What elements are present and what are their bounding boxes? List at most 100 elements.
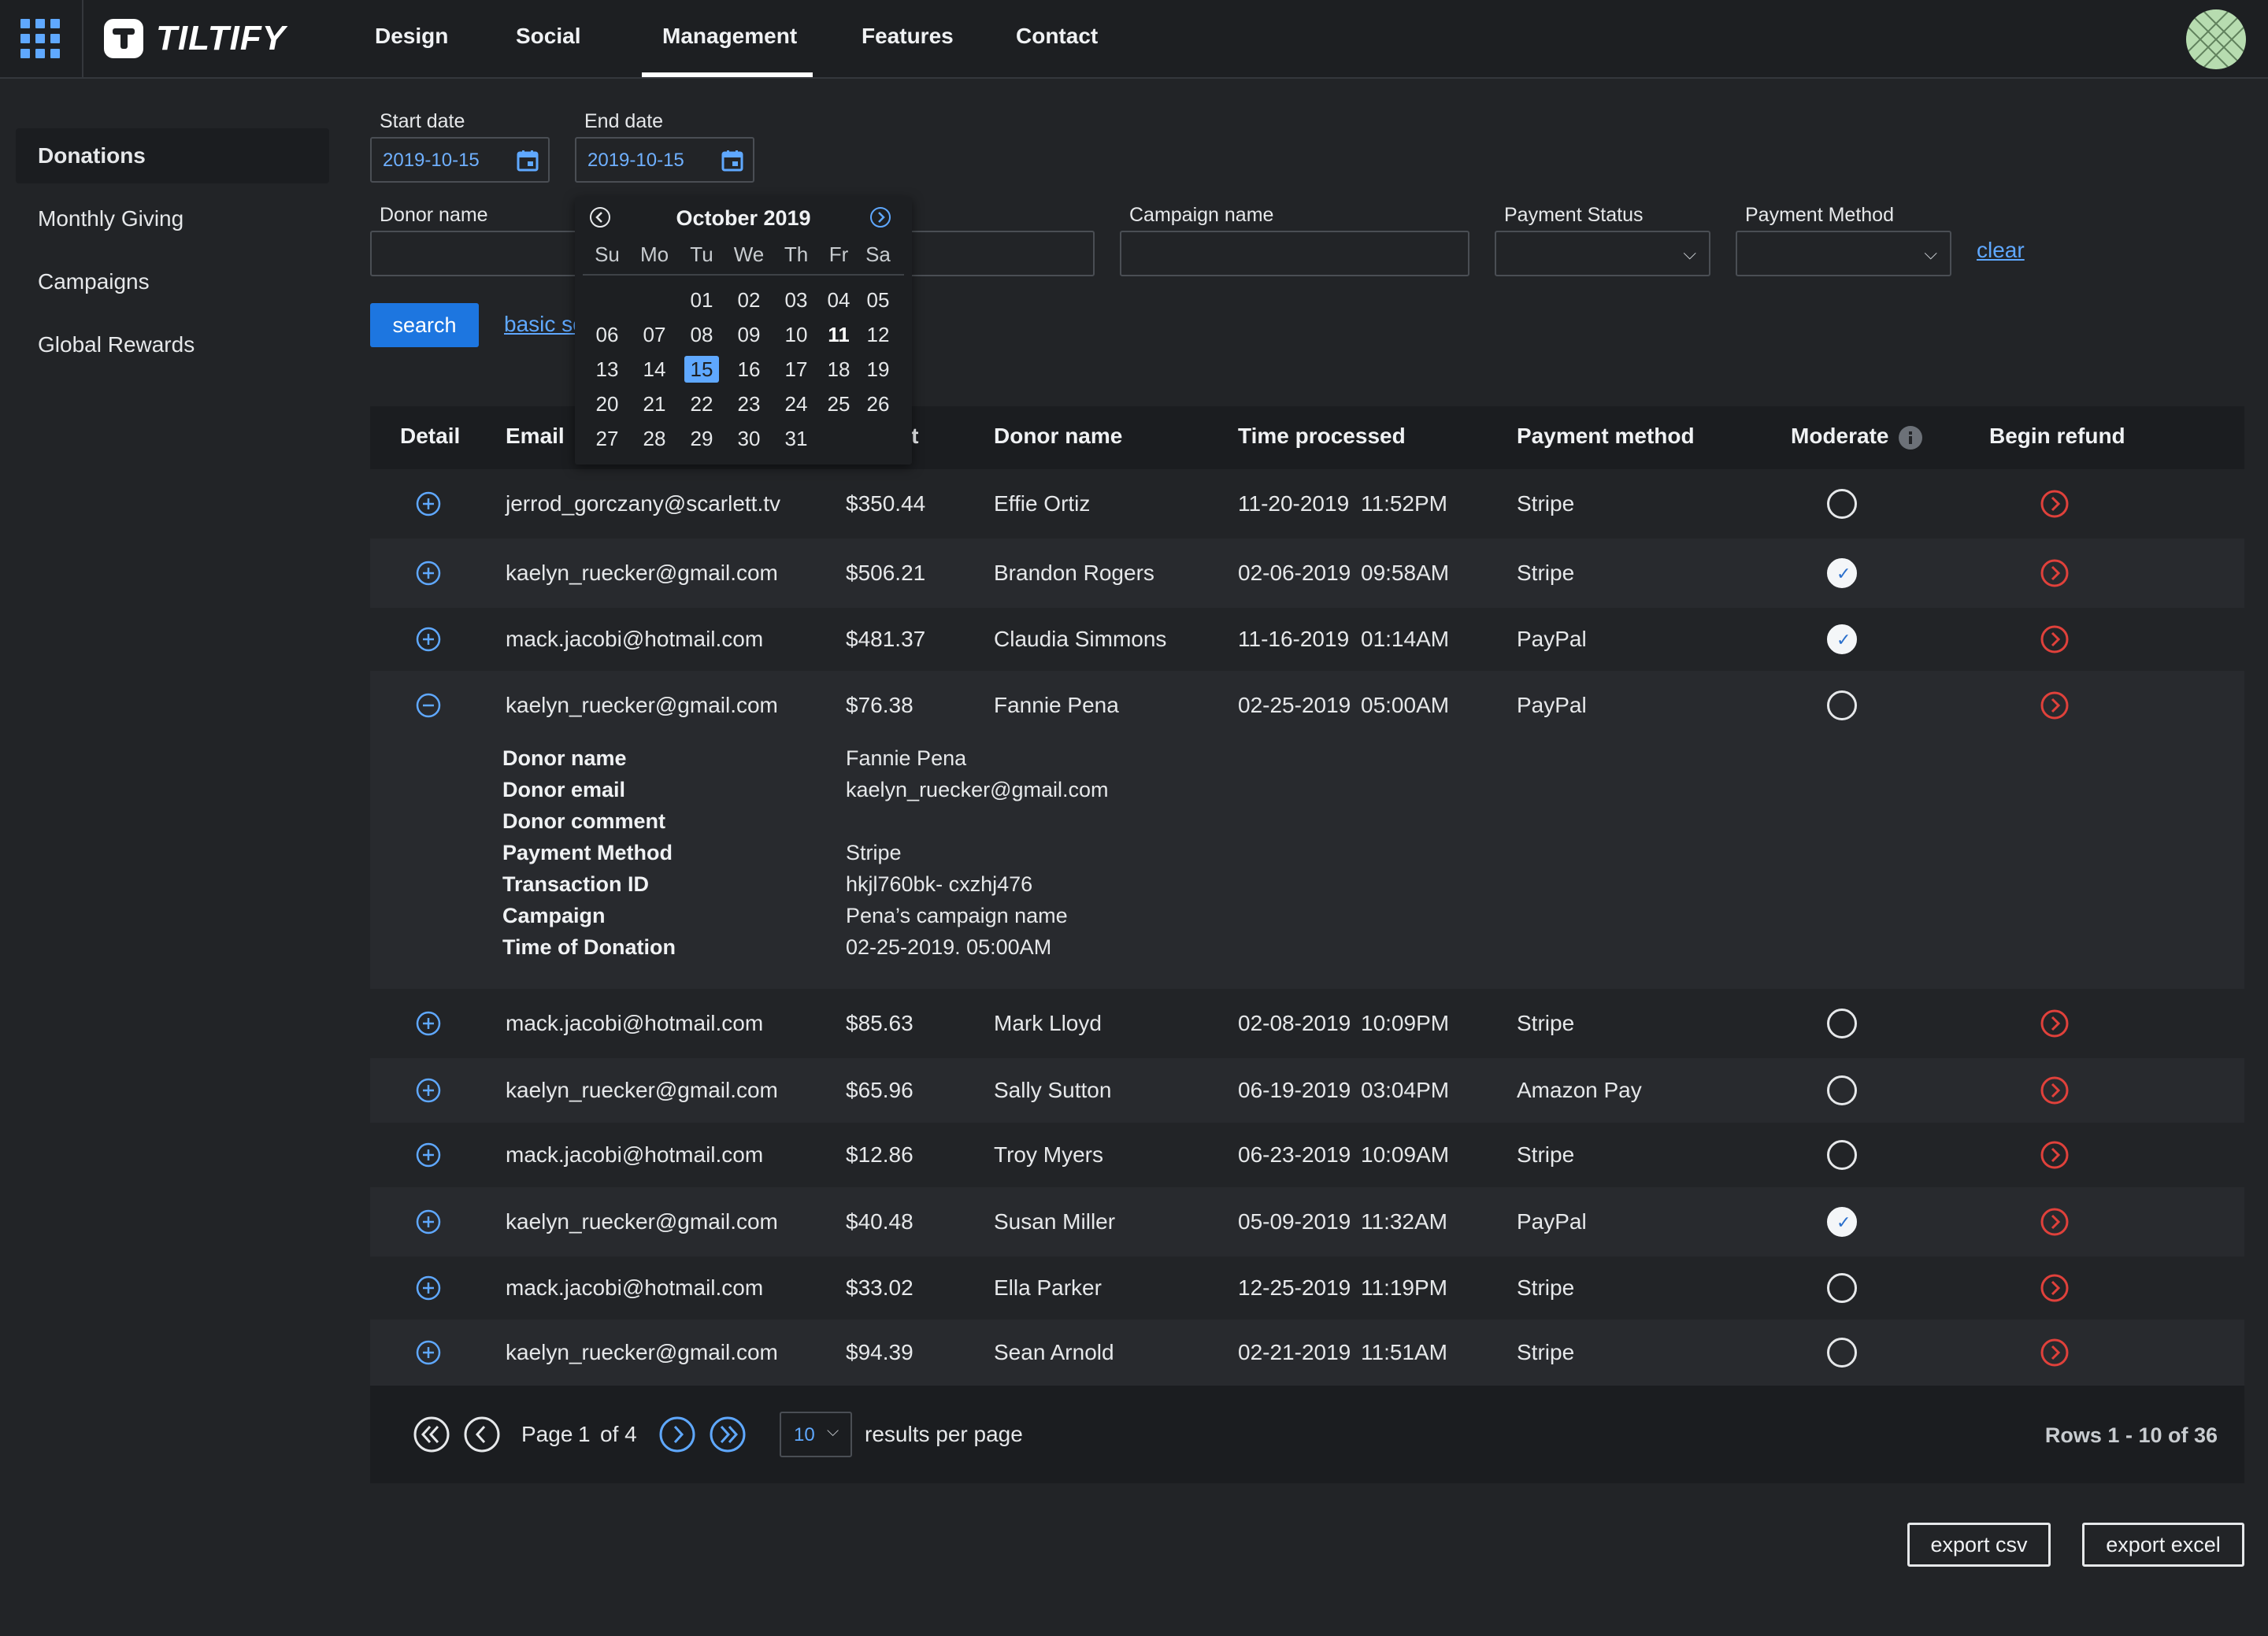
calendar-day[interactable]: 08 (684, 321, 719, 348)
export-csv-button[interactable]: export csv (1907, 1523, 2051, 1567)
begin-refund-icon[interactable] (2040, 1009, 2070, 1038)
payment-status-select[interactable]: ⌵ (1495, 231, 1710, 276)
calendar-day[interactable]: 16 (732, 356, 766, 383)
moderate-checkbox[interactable] (1827, 690, 1857, 720)
donor-email[interactable]: kaelyn_ruecker@gmail.com (506, 693, 778, 718)
first-page-icon[interactable] (413, 1416, 450, 1453)
moderate-checkbox[interactable] (1827, 489, 1857, 519)
moderate-checkbox[interactable] (1827, 1140, 1857, 1170)
calendar-day[interactable]: 01 (684, 287, 719, 313)
nav-management[interactable]: Management (662, 24, 797, 49)
payment-method-select[interactable]: ⌵ (1736, 231, 1951, 276)
begin-refund-icon[interactable] (2040, 1338, 2070, 1368)
moderate-checkbox-checked[interactable] (1827, 624, 1857, 654)
expand-row-icon[interactable] (416, 1340, 441, 1365)
begin-refund-icon[interactable] (2040, 1207, 2070, 1237)
calendar-day[interactable]: 11 (821, 321, 856, 348)
calendar-day[interactable]: 21 (637, 390, 672, 417)
apps-grid-icon[interactable] (20, 19, 60, 58)
brand-logo[interactable]: TILTIFY (156, 19, 286, 58)
donor-email[interactable]: jerrod_gorczany@scarlett.tv (506, 491, 780, 516)
chevron-right-icon[interactable] (869, 206, 891, 228)
expand-row-icon[interactable] (416, 1078, 441, 1103)
calendar-day[interactable]: 17 (779, 356, 813, 383)
calendar-day[interactable]: 06 (590, 321, 624, 348)
calendar-day[interactable]: 26 (861, 390, 895, 417)
column-header-payment-method[interactable]: Payment method (1517, 424, 1695, 449)
expand-row-icon[interactable] (416, 627, 441, 652)
moderate-checkbox-checked[interactable] (1827, 558, 1857, 588)
donor-email[interactable]: mack.jacobi@hotmail.com (506, 1011, 763, 1036)
calendar-day[interactable]: 22 (684, 390, 719, 417)
calendar-day[interactable]: 29 (684, 425, 719, 452)
expand-row-icon[interactable] (416, 1209, 441, 1234)
end-date-field[interactable]: 2019-10-15 (575, 137, 754, 183)
expand-row-icon[interactable] (416, 561, 441, 586)
calendar-day[interactable]: 07 (637, 321, 672, 348)
moderate-checkbox[interactable] (1827, 1075, 1857, 1105)
campaign-name-input[interactable] (1120, 231, 1469, 276)
calendar-day[interactable]: 12 (861, 321, 895, 348)
begin-refund-icon[interactable] (2040, 1075, 2070, 1105)
basic-search-link[interactable]: basic se (504, 312, 585, 337)
sidebar-item-monthly-giving[interactable]: Monthly Giving (16, 191, 329, 246)
calendar-day[interactable]: 19 (861, 356, 895, 383)
begin-refund-icon[interactable] (2040, 624, 2070, 654)
column-header-email[interactable]: Email (506, 424, 565, 449)
expand-row-icon[interactable] (416, 1011, 441, 1036)
begin-refund-icon[interactable] (2040, 1140, 2070, 1170)
search-button[interactable]: search (370, 303, 479, 347)
begin-refund-icon[interactable] (2040, 690, 2070, 720)
moderate-checkbox-checked[interactable] (1827, 1207, 1857, 1237)
donor-email[interactable]: kaelyn_ruecker@gmail.com (506, 561, 778, 586)
begin-refund-icon[interactable] (2040, 1273, 2070, 1303)
expand-row-icon[interactable] (416, 491, 441, 516)
start-date-field[interactable]: 2019-10-15 (370, 137, 550, 183)
begin-refund-icon[interactable] (2040, 558, 2070, 588)
export-excel-button[interactable]: export excel (2082, 1523, 2244, 1567)
column-header-time-processed[interactable]: Time processed (1238, 424, 1406, 449)
calendar-day[interactable]: 30 (732, 425, 766, 452)
calendar-day[interactable]: 23 (732, 390, 766, 417)
column-header-donor-name[interactable]: Donor name (994, 424, 1122, 449)
nav-features[interactable]: Features (862, 24, 954, 49)
nav-social[interactable]: Social (516, 24, 580, 49)
donor-email[interactable]: kaelyn_ruecker@gmail.com (506, 1078, 778, 1103)
expand-row-icon[interactable] (416, 1142, 441, 1168)
calendar-day[interactable]: 18 (821, 356, 856, 383)
logo-icon[interactable] (104, 19, 143, 58)
current-page-number[interactable]: 1 (578, 1422, 591, 1447)
previous-page-icon[interactable] (463, 1416, 501, 1453)
calendar-day[interactable]: 03 (779, 287, 813, 313)
nav-design[interactable]: Design (375, 24, 448, 49)
sidebar-item-global-rewards[interactable]: Global Rewards (16, 317, 329, 372)
calendar-day[interactable]: 13 (590, 356, 624, 383)
calendar-day[interactable]: 28 (637, 425, 672, 452)
donor-email[interactable]: kaelyn_ruecker@gmail.com (506, 1209, 778, 1234)
calendar-icon[interactable] (517, 150, 539, 172)
donor-email[interactable]: kaelyn_ruecker@gmail.com (506, 1340, 778, 1365)
begin-refund-icon[interactable] (2040, 489, 2070, 519)
calendar-day[interactable]: 27 (590, 425, 624, 452)
sidebar-item-donations[interactable]: Donations (16, 128, 329, 183)
avatar[interactable] (2186, 9, 2246, 69)
results-per-page-select[interactable]: 10 ⌵ (780, 1412, 852, 1457)
calendar-day[interactable]: 24 (779, 390, 813, 417)
last-page-icon[interactable] (709, 1416, 747, 1453)
calendar-day[interactable]: 25 (821, 390, 856, 417)
nav-contact[interactable]: Contact (1016, 24, 1098, 49)
donor-email[interactable]: mack.jacobi@hotmail.com (506, 1275, 763, 1301)
calendar-day[interactable]: 09 (732, 321, 766, 348)
calendar-day[interactable]: 02 (732, 287, 766, 313)
calendar-day[interactable]: 20 (590, 390, 624, 417)
collapse-row-icon[interactable] (416, 693, 441, 718)
clear-filters-link[interactable]: clear (1977, 238, 2025, 263)
sidebar-item-campaigns[interactable]: Campaigns (16, 254, 329, 309)
calendar-day[interactable]: 31 (779, 425, 813, 452)
info-icon[interactable] (1898, 425, 1923, 450)
donor-email[interactable]: mack.jacobi@hotmail.com (506, 1142, 763, 1168)
calendar-day[interactable]: 04 (821, 287, 856, 313)
calendar-day[interactable]: 05 (861, 287, 895, 313)
moderate-checkbox[interactable] (1827, 1338, 1857, 1368)
expand-row-icon[interactable] (416, 1275, 441, 1301)
